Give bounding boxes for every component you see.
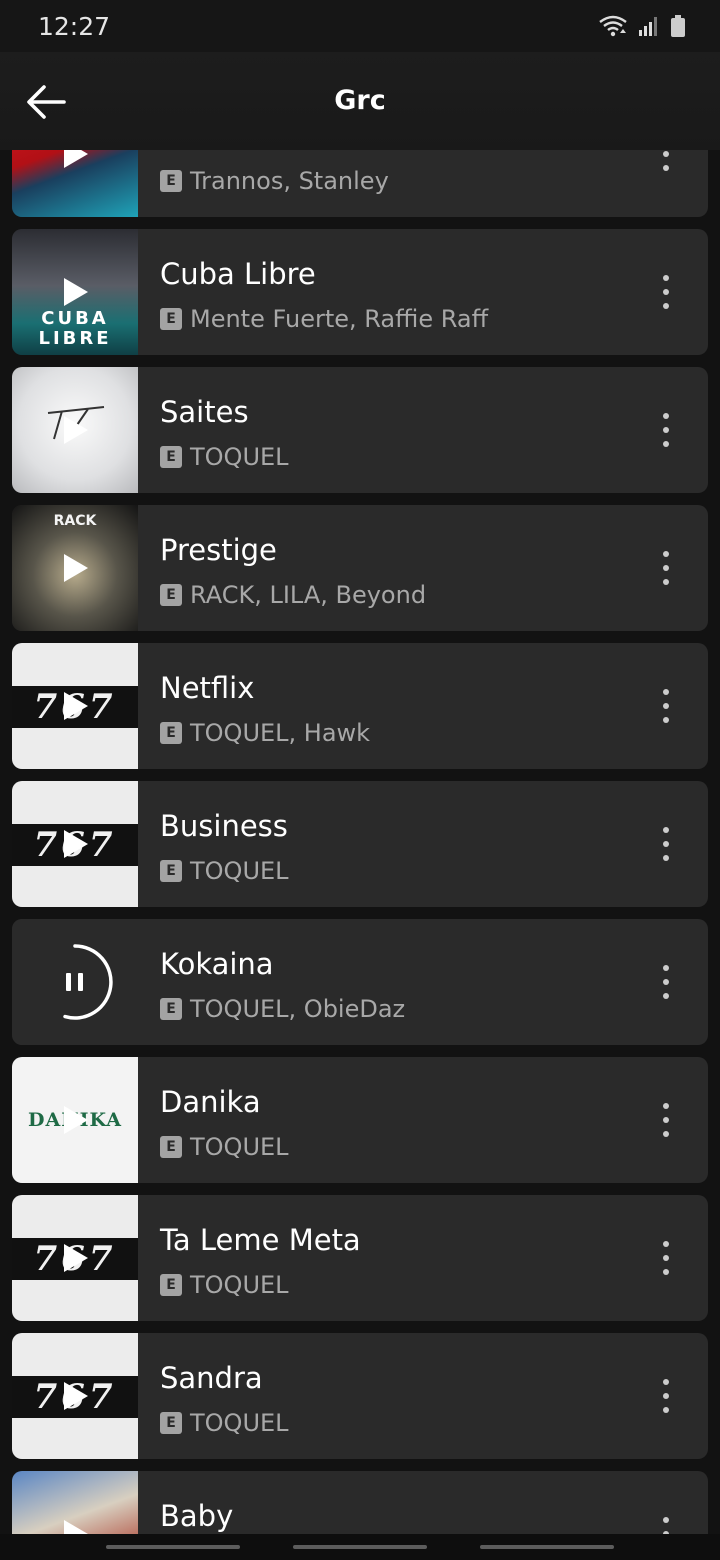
cover-text: CUBA LIBRE: [38, 308, 112, 349]
track-list[interactable]: E Trannos, Stanley CUBA LIBRE Cuba Libre…: [0, 150, 720, 1534]
track-title: Sandra: [160, 1361, 263, 1395]
explicit-badge: E: [160, 170, 182, 192]
play-icon[interactable]: [64, 1382, 88, 1410]
page-title: Grc: [334, 85, 386, 116]
more-options-icon[interactable]: [656, 548, 676, 588]
track-artist: TOQUEL: [190, 1271, 289, 1299]
track-artist: TOQUEL, ObieDaz: [190, 995, 406, 1023]
track-item[interactable]: 767 Netflix E TOQUEL, Hawk: [12, 643, 708, 769]
explicit-badge: E: [160, 722, 182, 744]
play-icon[interactable]: [64, 1520, 88, 1534]
track-title: Baby: [160, 1499, 234, 1533]
play-icon[interactable]: [64, 554, 88, 582]
track-meta: E Trannos, Stanley: [160, 167, 389, 195]
nav-segment[interactable]: [106, 1545, 240, 1549]
track-meta: E Mente Fuerte, Raffie Raff: [160, 305, 488, 333]
track-title: Business: [160, 809, 288, 843]
nav-segment[interactable]: [293, 1545, 427, 1549]
pause-progress-icon[interactable]: [12, 919, 138, 1045]
play-icon[interactable]: [64, 278, 88, 306]
track-title: Cuba Libre: [160, 257, 316, 291]
play-icon[interactable]: [64, 1106, 88, 1134]
play-icon[interactable]: [64, 830, 88, 858]
track-title: Danika: [160, 1085, 261, 1119]
album-cover[interactable]: [12, 1471, 138, 1534]
explicit-badge: E: [160, 860, 182, 882]
explicit-badge: E: [160, 584, 182, 606]
track-meta: E TOQUEL, Hawk: [160, 719, 370, 747]
more-options-icon[interactable]: [656, 1514, 676, 1534]
more-options-icon[interactable]: [656, 686, 676, 726]
track-artist: TOQUEL: [190, 1409, 289, 1437]
wifi-icon: [599, 15, 627, 37]
track-item[interactable]: E Trannos, Stanley: [12, 150, 708, 217]
track-artist: TOQUEL: [190, 1133, 289, 1161]
more-options-icon[interactable]: [656, 1238, 676, 1278]
track-item-playing[interactable]: Kokaina E TOQUEL, ObieDaz: [12, 919, 708, 1045]
track-meta: E TOQUEL: [160, 443, 289, 471]
explicit-badge: E: [160, 1136, 182, 1158]
track-artist: TOQUEL: [190, 443, 289, 471]
album-cover[interactable]: [12, 919, 138, 1045]
track-item[interactable]: 767 Business E TOQUEL: [12, 781, 708, 907]
track-artist: Trannos, Stanley: [190, 167, 389, 195]
more-options-icon[interactable]: [656, 1100, 676, 1140]
track-item[interactable]: 767 Sandra E TOQUEL: [12, 1333, 708, 1459]
navigation-bar: [0, 1534, 720, 1560]
album-cover[interactable]: RACK: [12, 505, 138, 631]
album-cover[interactable]: [12, 367, 138, 493]
track-item[interactable]: Baby: [12, 1471, 708, 1534]
track-meta: E TOQUEL: [160, 1133, 289, 1161]
album-cover[interactable]: CUBA LIBRE: [12, 229, 138, 355]
track-meta: E TOQUEL: [160, 1409, 289, 1437]
track-meta: E RACK, LILA, Beyond: [160, 581, 426, 609]
track-title: Ta Leme Meta: [160, 1223, 361, 1257]
status-time: 12:27: [38, 11, 111, 41]
more-options-icon[interactable]: [656, 824, 676, 864]
album-cover[interactable]: 767: [12, 781, 138, 907]
more-options-icon[interactable]: [656, 410, 676, 450]
status-icons: [598, 14, 686, 38]
track-item[interactable]: RACK Prestige E RACK, LILA, Beyond: [12, 505, 708, 631]
track-title: Prestige: [160, 533, 277, 567]
play-icon[interactable]: [64, 692, 88, 720]
app-header: Grc: [0, 52, 720, 150]
album-cover[interactable]: DANIKA: [12, 1057, 138, 1183]
album-cover[interactable]: [12, 150, 138, 217]
track-artist: Mente Fuerte, Raffie Raff: [190, 305, 489, 333]
track-meta: E TOQUEL, ObieDaz: [160, 995, 405, 1023]
more-options-icon[interactable]: [656, 272, 676, 312]
play-icon[interactable]: [64, 416, 88, 444]
more-options-icon[interactable]: [656, 1376, 676, 1416]
track-meta: E TOQUEL: [160, 857, 289, 885]
track-item[interactable]: CUBA LIBRE Cuba Libre E Mente Fuerte, Ra…: [12, 229, 708, 355]
album-cover[interactable]: 767: [12, 1333, 138, 1459]
battery-icon: [671, 15, 685, 37]
explicit-badge: E: [160, 1274, 182, 1296]
track-artist: TOQUEL, Hawk: [190, 719, 371, 747]
cover-text: RACK: [53, 513, 97, 529]
more-options-icon[interactable]: [656, 962, 676, 1002]
play-icon[interactable]: [64, 150, 88, 168]
album-cover[interactable]: 767: [12, 643, 138, 769]
track-meta: E TOQUEL: [160, 1271, 289, 1299]
track-artist: TOQUEL: [190, 857, 289, 885]
signal-icon: [639, 17, 657, 36]
explicit-badge: E: [160, 998, 182, 1020]
track-item[interactable]: 767 Ta Leme Meta E TOQUEL: [12, 1195, 708, 1321]
nav-segment[interactable]: [480, 1545, 614, 1549]
track-title: Kokaina: [160, 947, 274, 981]
album-cover[interactable]: 767: [12, 1195, 138, 1321]
track-item[interactable]: Saites E TOQUEL: [12, 367, 708, 493]
more-options-icon[interactable]: [656, 150, 676, 174]
track-title: Netflix: [160, 671, 255, 705]
explicit-badge: E: [160, 446, 182, 468]
explicit-badge: E: [160, 1412, 182, 1434]
track-artist: RACK, LILA, Beyond: [190, 581, 427, 609]
play-icon[interactable]: [64, 1244, 88, 1272]
track-title: Saites: [160, 395, 249, 429]
track-item[interactable]: DANIKA Danika E TOQUEL: [12, 1057, 708, 1183]
status-bar: 12:27: [0, 0, 720, 52]
explicit-badge: E: [160, 308, 182, 330]
